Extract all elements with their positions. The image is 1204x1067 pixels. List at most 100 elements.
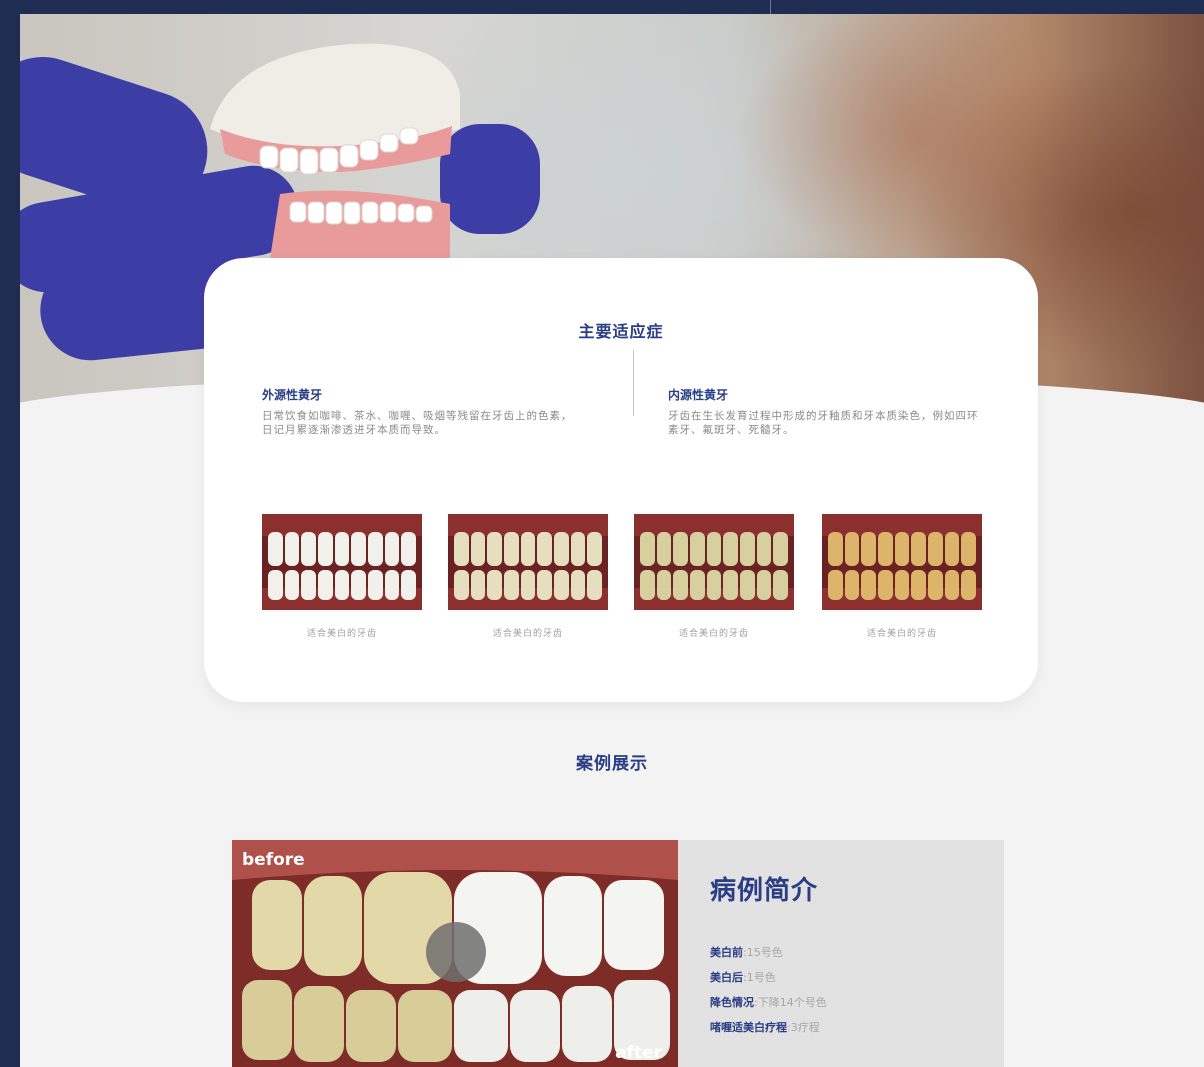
tooth <box>384 570 400 600</box>
teeth-thumb-1 <box>262 514 422 610</box>
card-title: 主要适应症 <box>578 322 664 341</box>
tooth <box>656 570 672 600</box>
tooth <box>944 570 960 600</box>
lower-teeth-row <box>640 570 789 600</box>
tooth <box>351 532 367 566</box>
tooth <box>773 532 789 566</box>
tooth <box>911 532 927 566</box>
tooth <box>520 570 536 600</box>
tooth <box>673 570 689 600</box>
extrinsic-text: 日常饮食如咖啡、茶水、咖喱、吸烟等残留在牙齿上的色素，日记月累逐渐渗透进牙本质而… <box>262 410 573 436</box>
thumb-caption-1: 适合美白的牙齿 <box>306 629 377 639</box>
tooth <box>828 570 843 600</box>
lower-teeth-row <box>454 570 603 600</box>
tooth <box>454 532 469 566</box>
case-info-panel: 病例简介 美白前:15号色 美白后:1号色 降色情况:下降14个号色 啫喱适美白… <box>678 840 1004 1067</box>
tooth <box>740 570 755 600</box>
tooth <box>640 532 655 566</box>
tooth <box>368 532 383 566</box>
tooth <box>894 570 910 600</box>
tooth <box>878 570 893 600</box>
teeth-thumbnails: 适合美白的牙齿 适合美白的牙齿 适合美白的牙齿 适合美白的牙齿 <box>262 514 1002 644</box>
tooth <box>537 570 553 600</box>
page-frame: 主要适应症 外源性黄牙 日常饮食如咖啡、茶水、咖喱、吸烟等残留在牙齿上的色素，日… <box>20 14 1204 1067</box>
intrinsic-column: 内源性黄牙 牙齿在生长发育过程中形成的牙釉质和牙本质染色，例如四环素牙、氟斑牙、… <box>668 386 988 437</box>
upper-teeth-row <box>640 532 789 566</box>
lower-teeth-row <box>268 570 417 600</box>
thumb-caption-2: 适合美白的牙齿 <box>492 629 563 639</box>
tooth <box>911 570 927 600</box>
tooth <box>470 532 486 566</box>
tooth <box>284 532 300 566</box>
tooth <box>961 570 977 600</box>
intrinsic-text: 牙齿在生长发育过程中形成的牙釉质和牙本质染色，例如四环素牙、氟斑牙、死髓牙。 <box>668 410 979 436</box>
indications-card: 主要适应症 外源性黄牙 日常饮食如咖啡、茶水、咖喱、吸烟等残留在牙齿上的色素，日… <box>204 258 1038 702</box>
tooth <box>756 532 772 566</box>
section-title: 案例展示 <box>576 754 648 774</box>
tooth <box>944 532 960 566</box>
tooth <box>301 570 317 600</box>
tooth <box>268 532 283 566</box>
case-before-after-photo[interactable]: before after <box>232 840 678 1067</box>
tooth <box>318 532 333 566</box>
case-item-course: 啫喱适美白疗程:3疗程 <box>710 1021 820 1034</box>
after-label: after <box>615 1043 662 1063</box>
teeth-thumb-2 <box>448 514 608 610</box>
tooth <box>504 532 519 566</box>
tooth <box>334 532 350 566</box>
tooth <box>878 532 893 566</box>
tooth <box>334 570 350 600</box>
tooth <box>723 532 739 566</box>
tooth <box>773 570 789 600</box>
tooth <box>487 570 503 600</box>
tooth <box>554 570 569 600</box>
case-item-after: 美白后:1号色 <box>710 971 776 984</box>
lower-teeth-row <box>828 570 977 600</box>
upper-teeth-row <box>828 532 977 566</box>
extrinsic-column: 外源性黄牙 日常饮食如咖啡、茶水、咖喱、吸烟等残留在牙齿上的色素，日记月累逐渐渗… <box>262 386 582 437</box>
tooth <box>587 570 603 600</box>
denture-model <box>210 43 465 284</box>
before-label: before <box>242 850 305 870</box>
thumb-caption-3: 适合美白的牙齿 <box>678 629 749 639</box>
tooth <box>318 570 333 600</box>
top-divider <box>770 0 771 14</box>
tooth <box>756 570 772 600</box>
tooth <box>740 532 755 566</box>
compare-slider-handle[interactable] <box>426 922 486 982</box>
tooth <box>570 570 586 600</box>
tooth <box>401 570 417 600</box>
upper-teeth-row <box>454 532 603 566</box>
tooth <box>844 532 860 566</box>
case-item-before: 美白前:15号色 <box>710 946 783 959</box>
tooth <box>861 532 877 566</box>
tooth <box>268 570 283 600</box>
teeth-thumb-3 <box>634 514 794 610</box>
tooth <box>656 532 672 566</box>
tooth <box>537 532 553 566</box>
tooth <box>454 570 469 600</box>
tooth <box>690 570 705 600</box>
tooth <box>587 532 603 566</box>
tooth <box>351 570 367 600</box>
tooth <box>928 570 943 600</box>
tooth <box>961 532 977 566</box>
tooth <box>928 532 943 566</box>
case-title: 病例简介 <box>710 876 819 906</box>
thumb-caption-4: 适合美白的牙齿 <box>866 629 937 639</box>
tooth <box>368 570 383 600</box>
tooth <box>844 570 860 600</box>
tooth <box>554 532 569 566</box>
extrinsic-title: 外源性黄牙 <box>262 388 323 402</box>
tooth <box>284 570 300 600</box>
tooth <box>504 570 519 600</box>
tooth <box>470 570 486 600</box>
tooth <box>706 570 722 600</box>
tooth <box>861 570 877 600</box>
tooth <box>301 532 317 566</box>
tooth <box>690 532 705 566</box>
tooth <box>706 532 722 566</box>
tooth <box>723 570 739 600</box>
tooth <box>828 532 843 566</box>
case-item-shade-change: 降色情况:下降14个号色 <box>710 996 827 1009</box>
